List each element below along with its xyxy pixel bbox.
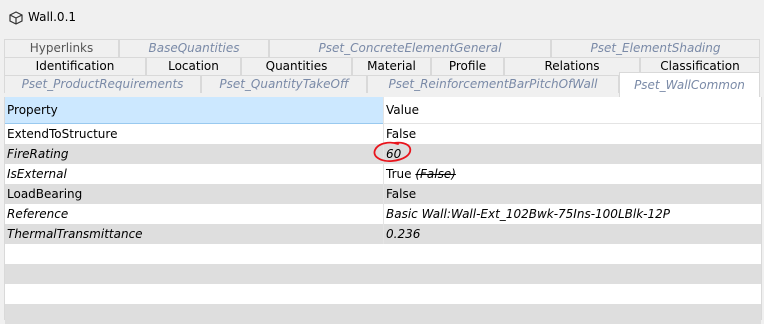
- empty-row: [5, 264, 761, 284]
- property-value[interactable]: Basic Wall:Wall-Ext_102Bwk-75Ins-100LBlk…: [383, 204, 761, 224]
- property-name: FireRating: [7, 147, 69, 161]
- property-value[interactable]: 60: [383, 144, 761, 164]
- property-name: LoadBearing: [7, 187, 83, 201]
- property-grid: Property Value ExtendToStructure False F…: [4, 97, 762, 324]
- title-bar: Wall.0.1: [0, 0, 764, 38]
- empty-row: [5, 244, 761, 264]
- property-name: IsExternal: [7, 167, 67, 181]
- table-row[interactable]: Reference Basic Wall:Wall-Ext_102Bwk-75I…: [5, 204, 761, 224]
- current-value: True: [386, 167, 412, 181]
- table-row[interactable]: FireRating 60: [5, 144, 761, 164]
- tab-location[interactable]: Location: [146, 57, 241, 75]
- tab-hyperlinks[interactable]: Hyperlinks: [4, 39, 119, 57]
- tab-profile[interactable]: Profile: [431, 57, 504, 75]
- empty-row: [5, 304, 761, 324]
- tab-pset-reinforcementbarpitchofwall[interactable]: Pset_ReinforcementBarPitchOfWall: [367, 75, 619, 93]
- value-column-header[interactable]: Value: [383, 97, 761, 124]
- table-row[interactable]: ExtendToStructure False: [5, 124, 761, 144]
- empty-row: [5, 284, 761, 304]
- property-value[interactable]: 0.236: [383, 224, 761, 244]
- tab-pset-concreteelementgeneral[interactable]: Pset_ConcreteElementGeneral: [269, 39, 551, 57]
- property-column-header[interactable]: Property: [5, 97, 383, 124]
- tab-material[interactable]: Material: [352, 57, 431, 75]
- table-row[interactable]: ThermalTransmittance 0.236: [5, 224, 761, 244]
- tab-identification[interactable]: Identification: [4, 57, 146, 75]
- tab-basequantities[interactable]: BaseQuantities: [119, 39, 269, 57]
- tab-pset-elementshading[interactable]: Pset_ElementShading: [551, 39, 760, 57]
- property-name: Reference: [7, 207, 69, 221]
- tab-quantities[interactable]: Quantities: [241, 57, 352, 75]
- tab-pset-wallcommon[interactable]: Pset_WallCommon: [619, 72, 760, 97]
- cube-icon: [9, 11, 23, 25]
- tab-pset-productrequirements[interactable]: Pset_ProductRequirements: [4, 75, 201, 93]
- property-value[interactable]: False: [383, 184, 761, 204]
- tab-pset-quantitytakeoff[interactable]: Pset_QuantityTakeOff: [201, 75, 367, 93]
- property-name: ExtendToStructure: [7, 127, 118, 141]
- previous-value: (False): [415, 167, 456, 181]
- property-value[interactable]: True (False): [383, 164, 761, 184]
- table-row[interactable]: LoadBearing False: [5, 184, 761, 204]
- window-title: Wall.0.1: [28, 10, 77, 24]
- property-name: ThermalTransmittance: [7, 227, 143, 241]
- table-row[interactable]: IsExternal True (False): [5, 164, 761, 184]
- property-value[interactable]: False: [383, 124, 761, 144]
